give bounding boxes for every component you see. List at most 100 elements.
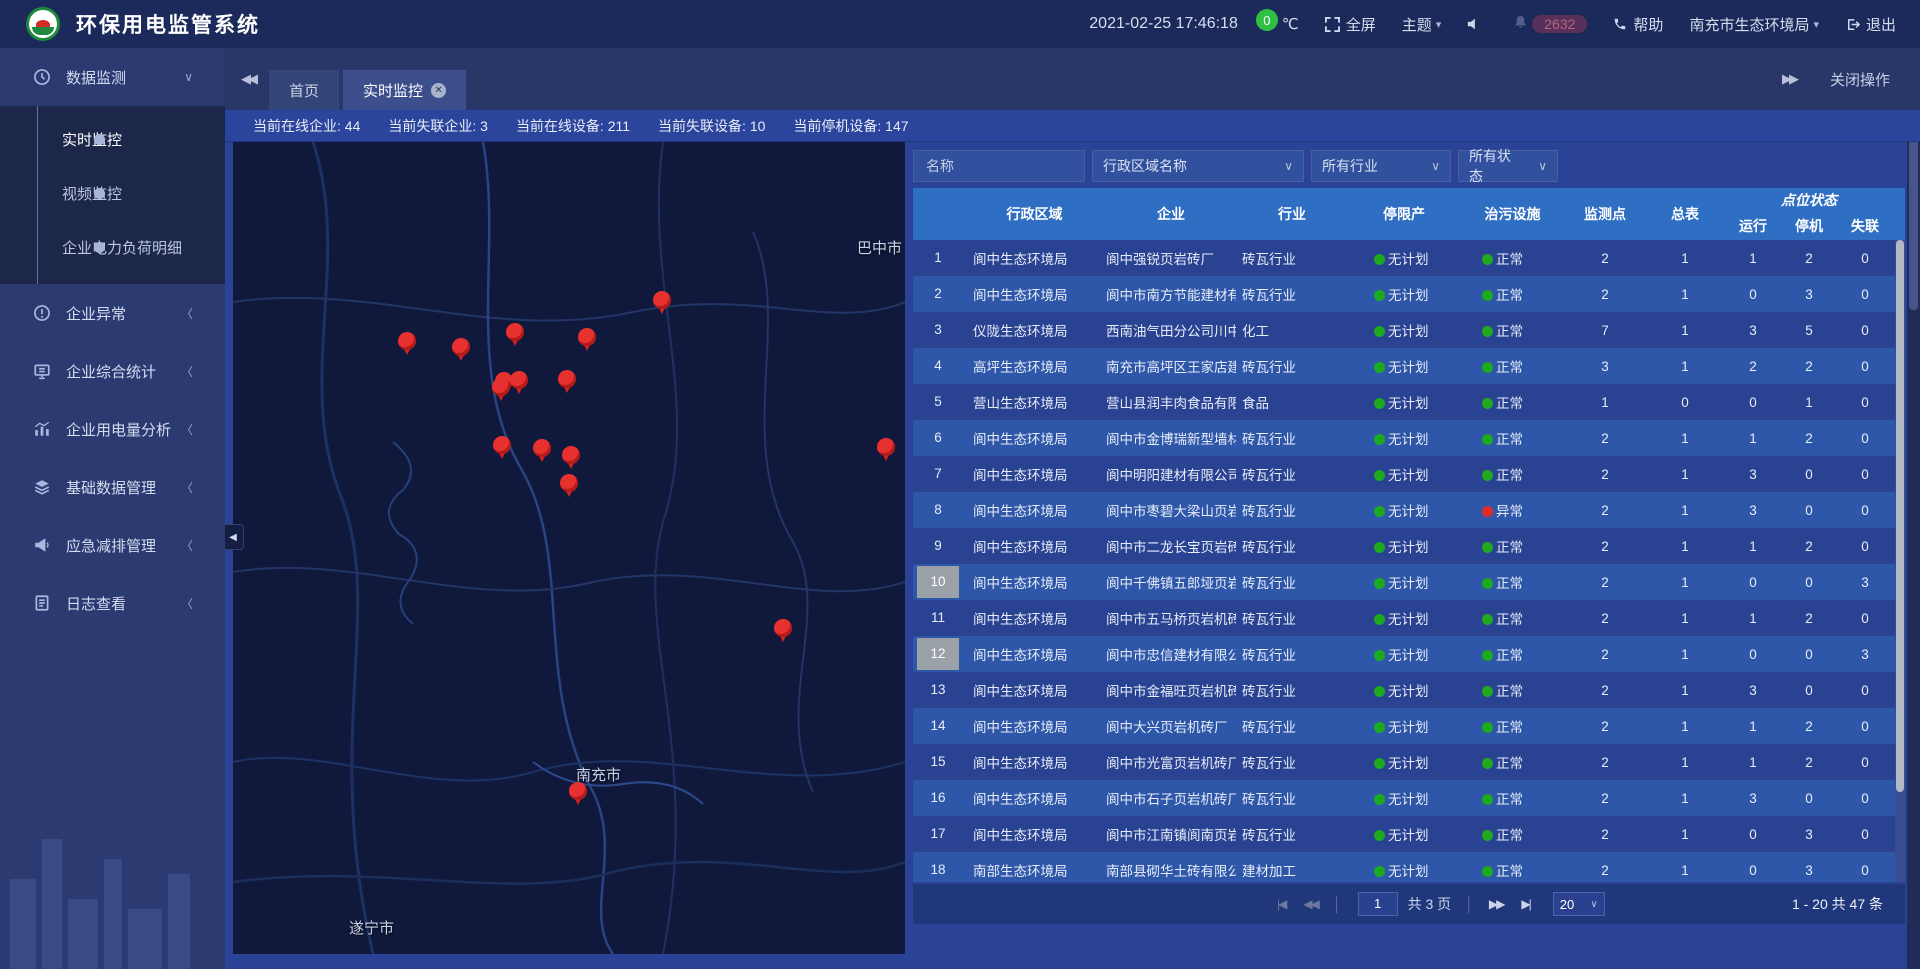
map-pin[interactable] [558,370,578,390]
lost-count-cell: 0 [1837,251,1893,266]
chevron-down-icon: ∨ [1270,159,1293,173]
table-row[interactable]: 13阆中生态环境局阆中市金福旺页岩机砖砖瓦行业无计划正常21300 [913,672,1905,708]
sidebar-subitem[interactable]: 视频监控 [0,166,225,220]
prev-page-button[interactable]: ◀◀ [1303,897,1317,911]
table-row[interactable]: 4高坪生态环境局南充市高坪区王家店建砖瓦行业无计划正常31220 [913,348,1905,384]
page-number-input[interactable]: 1 [1358,892,1398,916]
table-row[interactable]: 10阆中生态环境局阆中千佛镇五郎垭页岩砖瓦行业无计划正常21003 [913,564,1905,600]
sidebar-subitem[interactable]: 企业电力负荷明细 [0,220,225,274]
treatment-status-cell: 正常 [1460,464,1565,484]
table-row[interactable]: 12阆中生态环境局阆中市忠信建材有限公砖瓦行业无计划正常21003 [913,636,1905,672]
tab-首页[interactable]: 首页 [269,70,339,110]
table-row[interactable]: 11阆中生态环境局阆中市五马桥页岩机砖砖瓦行业无计划正常21120 [913,600,1905,636]
map-pin[interactable] [578,328,598,348]
table-row[interactable]: 3仪陇生态环境局西南油气田分公司川中化工无计划正常71350 [913,312,1905,348]
layers-icon [32,477,52,497]
last-page-button[interactable]: ▶| [1521,897,1529,911]
row-number: 8 [913,494,963,526]
map-pin[interactable] [510,371,530,391]
company-cell: 阆中市金博瑞新型墙材 [1106,428,1236,448]
notifications-button[interactable]: 2632 [1513,15,1587,34]
map-pin[interactable] [877,438,897,458]
sidebar-item-3[interactable]: 企业综合统计〈 [0,342,225,400]
status-dot-icon [1482,326,1493,337]
table-row[interactable]: 5营山生态环境局营山县润丰肉食品有限食品无计划正常10010 [913,384,1905,420]
name-filter-input[interactable] [924,157,1074,175]
help-button[interactable]: 帮助 [1613,14,1663,35]
table-row[interactable]: 2阆中生态环境局阆中市南方节能建材有砖瓦行业无计划正常21030 [913,276,1905,312]
window-scrollbar[interactable] [1907,48,1920,969]
region-filter-select[interactable]: 行政区域名称∨ [1092,150,1304,182]
sidebar-item-1[interactable]: 数据监测∨ [0,48,225,106]
map-pin[interactable] [569,782,589,802]
chevron-left-icon: 〈 [181,537,193,554]
table-row[interactable]: 9阆中生态环境局阆中市二龙长宝页岩砖砖瓦行业无计划正常21120 [913,528,1905,564]
meter-count-cell: 0 [1645,395,1725,410]
next-page-button[interactable]: ▶▶ [1489,897,1503,911]
status-dot-icon [1482,650,1493,661]
row-number: 15 [913,746,963,778]
sidebar-item-7[interactable]: 日志查看〈 [0,574,225,632]
map-pin[interactable] [562,446,582,466]
theme-menu[interactable]: 主题▾ [1402,14,1442,35]
mute-button[interactable] [1467,17,1487,31]
industry-cell: 砖瓦行业 [1236,248,1348,268]
treatment-status-cell: 正常 [1460,428,1565,448]
map-pin[interactable] [452,338,472,358]
table-row[interactable]: 6阆中生态环境局阆中市金博瑞新型墙材砖瓦行业无计划正常21120 [913,420,1905,456]
close-operations-button[interactable]: 关闭操作 [1830,69,1890,90]
map-pin[interactable] [533,439,553,459]
status-dot-icon [1374,506,1385,517]
meter-count-cell: 1 [1645,611,1725,626]
industry-cell: 砖瓦行业 [1236,572,1348,592]
org-menu[interactable]: 南充市生态环境局▾ [1689,14,1819,35]
map-pin[interactable] [506,323,526,343]
fullscreen-icon [1325,17,1340,32]
map-pin[interactable] [774,619,794,639]
sidebar-item-4[interactable]: 企业用电量分析〈 [0,400,225,458]
sidebar-item-2[interactable]: 企业异常〈 [0,284,225,342]
tabs-scroll-left-button[interactable]: ◀◀ [241,71,255,87]
map-collapse-button[interactable]: ◀ [222,524,244,550]
table-row[interactable]: 18南部生态环境局南部县砌华土砖有限公建材加工无计划正常21030 [913,852,1905,882]
map-panel[interactable]: 巴中市南充市遂宁市 [233,142,905,954]
industry-cell: 砖瓦行业 [1236,752,1348,772]
table-row[interactable]: 1阆中生态环境局阆中强锐页岩砖厂砖瓦行业无计划正常21120 [913,240,1905,276]
row-number: 2 [913,278,963,310]
gauge-icon [32,67,52,87]
top-header: 环保用电监管系统 2021-02-25 17:46:18 0 ℃ 全屏 主题▾ [0,0,1920,48]
sidebar-item-label: 日志查看 [66,593,126,614]
region-cell: 阆中生态环境局 [963,608,1106,628]
industry-filter-select[interactable]: 所有行业∨ [1311,150,1451,182]
region-cell: 阆中生态环境局 [963,788,1106,808]
map-pin[interactable] [492,378,512,398]
sidebar-subitem[interactable]: 实时监控 [0,112,225,166]
lost-count-cell: 3 [1837,575,1893,590]
table-row[interactable]: 16阆中生态环境局阆中市石子页岩机砖厂砖瓦行业无计划正常21300 [913,780,1905,816]
running-count-cell: 3 [1725,467,1781,482]
sidebar-item-6[interactable]: 应急减排管理〈 [0,516,225,574]
table-row[interactable]: 17阆中生态环境局阆中市江南镇阆南页岩砖瓦行业无计划正常21030 [913,816,1905,852]
map-pin[interactable] [653,291,673,311]
status-filter-select[interactable]: 所有状态∨ [1458,150,1558,182]
sidebar-item-5[interactable]: 基础数据管理〈 [0,458,225,516]
sidebar-submenu: 实时监控视频监控企业电力负荷明细 [0,106,225,284]
fullscreen-button[interactable]: 全屏 [1325,14,1376,35]
tabs-scroll-right-button[interactable]: ▶▶ [1782,71,1796,87]
row-number: 12 [913,638,963,670]
table-row[interactable]: 7阆中生态环境局阆中明阳建材有限公司砖瓦行业无计划正常21300 [913,456,1905,492]
table-row[interactable]: 14阆中生态环境局阆中大兴页岩机砖厂砖瓦行业无计划正常21120 [913,708,1905,744]
table-row[interactable]: 8阆中生态环境局阆中市枣碧大梁山页岩砖瓦行业无计划异常21300 [913,492,1905,528]
tab-实时监控[interactable]: 实时监控✕ [343,70,466,110]
limit-status-cell: 无计划 [1348,824,1460,844]
logout-button[interactable]: 退出 [1845,14,1896,35]
first-page-button[interactable]: |◀ [1277,897,1285,911]
close-icon[interactable]: ✕ [431,83,446,98]
map-pin[interactable] [398,332,418,352]
table-scrollbar[interactable] [1895,240,1905,882]
industry-cell: 化工 [1236,320,1348,340]
page-size-select[interactable]: 20∨ [1553,892,1605,916]
table-row[interactable]: 15阆中生态环境局阆中市光富页岩机砖厂砖瓦行业无计划正常21120 [913,744,1905,780]
map-pin[interactable] [493,436,513,456]
map-pin[interactable] [560,474,580,494]
